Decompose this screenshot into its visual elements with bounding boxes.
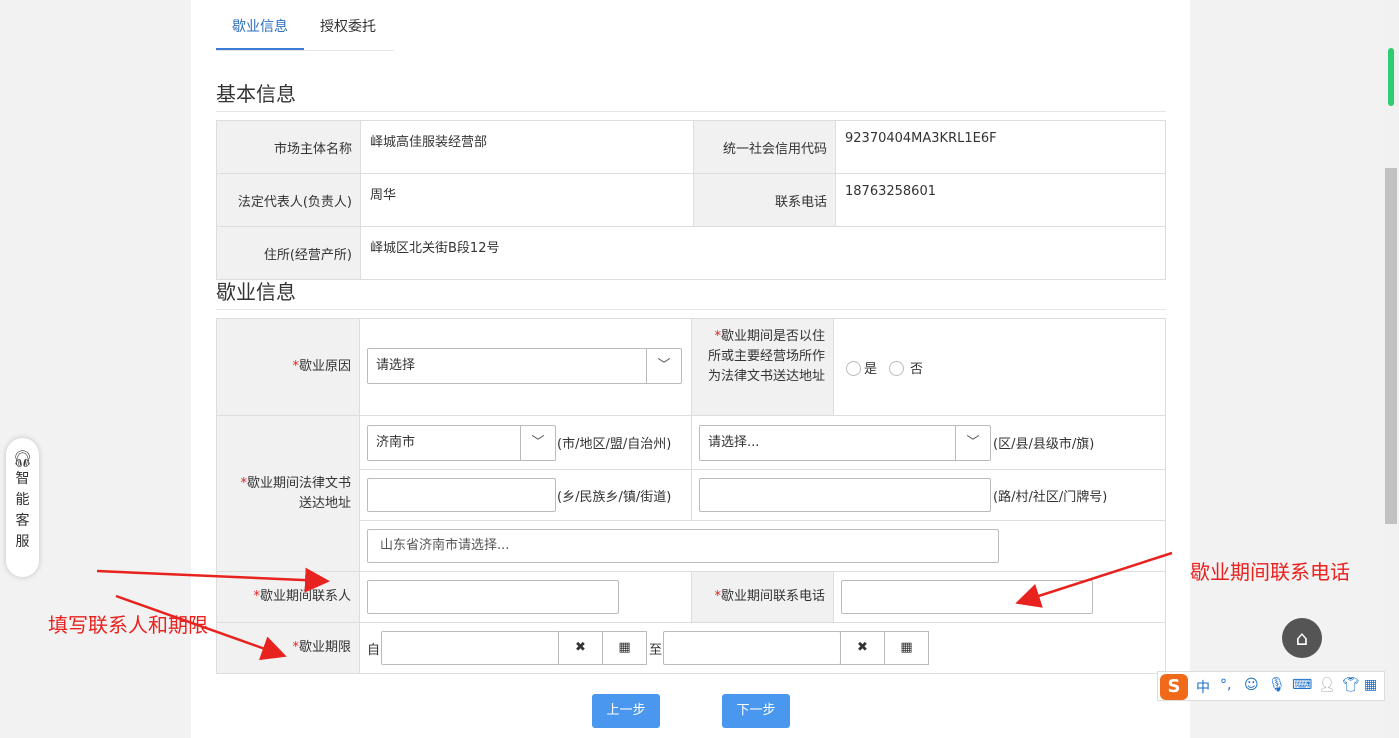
home-icon: ⌂ [1295,626,1309,650]
assistant-char: 能 [15,492,30,508]
microphone-icon[interactable]: 🎙︎ [1268,677,1286,693]
annotation-phone: 歇业期间联系电话 [1190,560,1350,584]
user-icon[interactable]: 👤︎ [1318,677,1336,693]
arrow-to-phone [1015,551,1173,608]
assistant-char: 服 [15,534,30,550]
annotation-arrows [96,551,1173,661]
headset-icon: 🎧︎ [12,449,33,468]
ime-punct-toggle[interactable]: °, [1220,677,1231,693]
ime-lang-toggle[interactable]: 中 [1196,677,1210,697]
ime-toolbar[interactable]: S 中 °, ☺ 🎙︎ ⌨ 👤︎ 👕︎ ▦ [1157,671,1385,701]
assistant-char: 客 [15,513,30,529]
sogou-logo-icon: S [1160,674,1188,700]
assistant-char: 智 [15,471,30,487]
arrow-to-contact [96,567,330,593]
keyboard-icon[interactable]: ⌨ [1292,677,1312,693]
emoji-icon[interactable]: ☺ [1244,677,1259,693]
skin-icon[interactable]: 👕︎ [1342,677,1360,693]
grid-icon[interactable]: ▦ [1364,677,1377,693]
home-button[interactable]: ⌂ [1282,618,1322,658]
annotation-contact: 填写联系人和期限 [48,613,208,637]
smart-assistant-widget[interactable]: 🎧︎ 智 能 客 服 [6,438,39,577]
